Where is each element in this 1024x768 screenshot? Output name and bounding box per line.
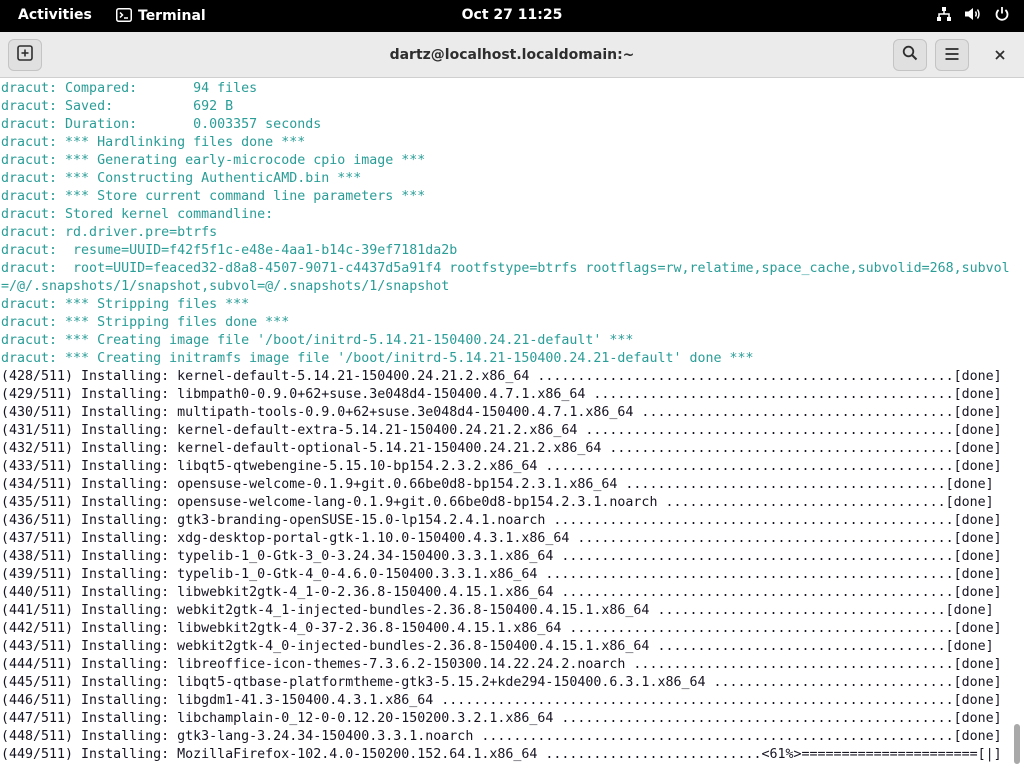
dracut-output-line: dracut: *** Store current command line p… xyxy=(1,189,426,204)
install-progress-line: (439/511) Installing: typelib-1_0-Gtk-4_… xyxy=(1,567,1002,582)
dracut-output-line: dracut: Saved: 692 B xyxy=(1,99,234,114)
window-title: dartz@localhost.localdomain:~ xyxy=(389,47,635,63)
install-progress-line: (436/511) Installing: gtk3-branding-open… xyxy=(1,513,1002,528)
new-tab-icon xyxy=(17,45,33,65)
dracut-output-line: dracut: *** Creating image file '/boot/i… xyxy=(1,333,634,348)
search-button[interactable] xyxy=(893,39,927,71)
dracut-output-line: dracut: Duration: 0.003357 seconds xyxy=(1,117,322,132)
install-progress-line: (447/511) Installing: libchamplain-0_12-… xyxy=(1,711,1002,726)
dracut-output-line: dracut: Stored kernel commandline: xyxy=(1,207,274,222)
clock-button[interactable]: Oct 27 11:25 xyxy=(462,7,563,23)
install-progress-line: (437/511) Installing: xdg-desktop-portal… xyxy=(1,531,1002,546)
install-progress-line: (433/511) Installing: libqt5-qtwebengine… xyxy=(1,459,1002,474)
close-button[interactable] xyxy=(984,39,1016,71)
scrollbar-thumb[interactable] xyxy=(1014,724,1020,764)
activities-button[interactable]: Activities xyxy=(18,0,92,32)
dracut-output-line: dracut: *** Generating early-microcode c… xyxy=(1,153,426,168)
terminal-icon xyxy=(116,7,132,26)
install-progress-line: (429/511) Installing: libmpath0-0.9.0+62… xyxy=(1,387,1002,402)
app-name: Terminal xyxy=(138,8,206,24)
install-progress-line: (440/511) Installing: libwebkit2gtk-4_1-… xyxy=(1,585,1002,600)
install-progress-line: (441/511) Installing: webkit2gtk-4_1-inj… xyxy=(1,603,994,618)
app-menu-button[interactable]: Terminal xyxy=(116,0,206,32)
hamburger-menu-icon xyxy=(944,46,960,65)
install-progress-line: (444/511) Installing: libreoffice-icon-t… xyxy=(1,657,1002,672)
terminal-lines: dracut: Compared: 94 files dracut: Saved:… xyxy=(1,80,1010,764)
network-icon[interactable] xyxy=(936,6,952,26)
dracut-output-line: dracut: *** Stripping files *** xyxy=(1,297,250,312)
install-progress-line: (443/511) Installing: webkit2gtk-4_0-inj… xyxy=(1,639,994,654)
dracut-output-line: dracut: Compared: 94 files xyxy=(1,81,258,96)
dracut-output-line: dracut: *** Creating initramfs image fil… xyxy=(1,351,754,366)
dracut-output-line: dracut: *** Hardlinking files done *** xyxy=(1,135,306,150)
dracut-output-line: dracut: rd.driver.pre=btrfs xyxy=(1,225,218,240)
install-progress-line: (438/511) Installing: typelib-1_0-Gtk-3_… xyxy=(1,549,1002,564)
install-progress-line: (434/511) Installing: opensuse-welcome-0… xyxy=(1,477,994,492)
install-progress-line: (448/511) Installing: gtk3-lang-3.24.34-… xyxy=(1,729,1002,744)
gnome-top-bar: Activities Terminal Oct 27 11:25 xyxy=(0,0,1024,32)
install-progress-line: (432/511) Installing: kernel-default-opt… xyxy=(1,441,1002,456)
terminal-scrollbar[interactable] xyxy=(1012,79,1024,768)
menu-button[interactable] xyxy=(935,39,969,71)
system-tray[interactable] xyxy=(936,0,1010,32)
dracut-output-line: dracut: *** Stripping files done *** xyxy=(1,315,290,330)
dracut-output-line: dracut: root=UUID=feaced32-d8a8-4507-907… xyxy=(1,261,1010,276)
dracut-output-line: dracut: *** Constructing AuthenticAMD.bi… xyxy=(1,171,362,186)
install-progress-line: (442/511) Installing: libwebkit2gtk-4_0-… xyxy=(1,621,1002,636)
dracut-output-line: dracut: resume=UUID=f42f5f1c-e48e-4aa1-b… xyxy=(1,243,458,258)
install-progress-line: (431/511) Installing: kernel-default-ext… xyxy=(1,423,1002,438)
close-icon xyxy=(994,46,1006,65)
new-tab-button[interactable] xyxy=(8,39,42,71)
search-icon xyxy=(902,45,918,65)
dracut-output-line: =/@/.snapshots/1/snapshot,subvol=@/.snap… xyxy=(1,279,450,294)
install-progress-line: (435/511) Installing: opensuse-welcome-l… xyxy=(1,495,994,510)
install-progress-line: (430/511) Installing: multipath-tools-0.… xyxy=(1,405,1002,420)
power-icon[interactable] xyxy=(994,6,1010,26)
install-progress-line: (446/511) Installing: libgdm1-41.3-15040… xyxy=(1,693,1002,708)
install-progress-line: (449/511) Installing: MozillaFirefox-102… xyxy=(1,747,1002,762)
volume-icon[interactable] xyxy=(964,6,982,26)
install-progress-line: (445/511) Installing: libqt5-qtbase-plat… xyxy=(1,675,1002,690)
window-header-bar: dartz@localhost.localdomain:~ xyxy=(0,32,1024,78)
install-progress-line: (428/511) Installing: kernel-default-5.1… xyxy=(1,369,1002,384)
terminal-output[interactable]: dracut: Compared: 94 files dracut: Saved:… xyxy=(0,79,1012,768)
